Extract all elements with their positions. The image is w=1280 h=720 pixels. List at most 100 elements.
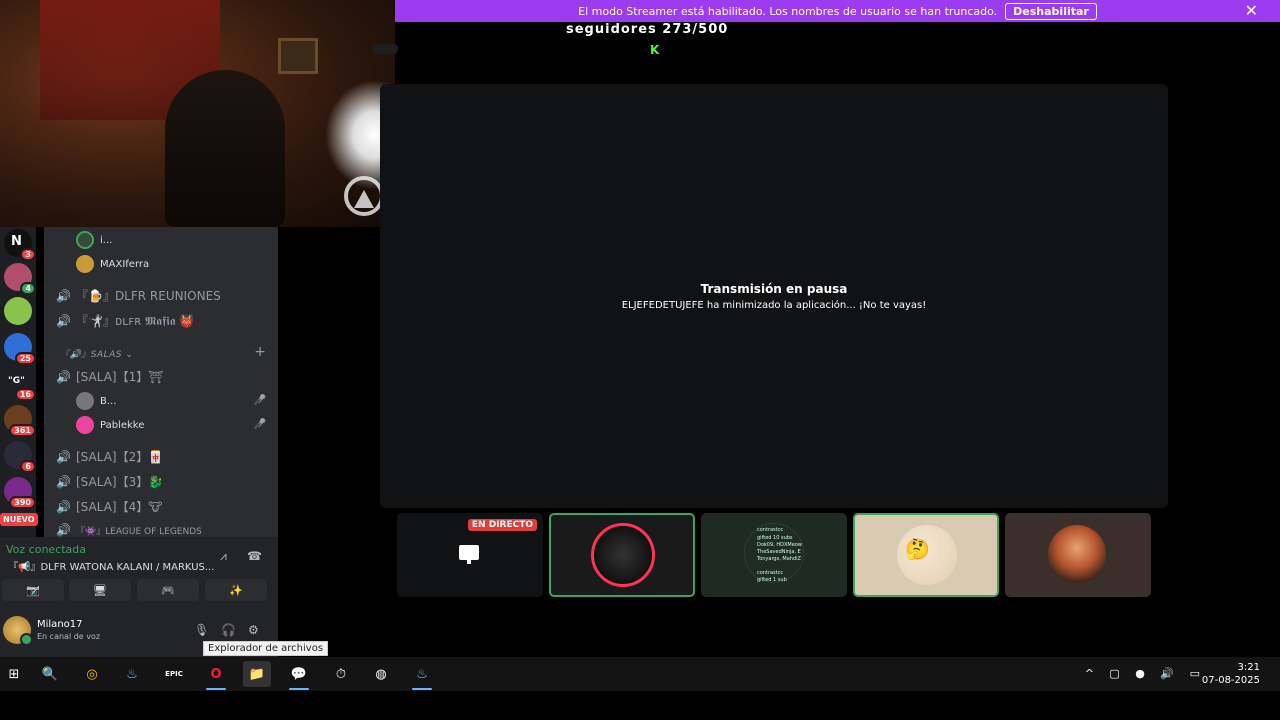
participant-tile-2[interactable] [549, 513, 695, 597]
streamer-banner-text: El modo Streamer está habilitado. Los no… [578, 4, 998, 18]
participant-tile-3[interactable]: contrastcc gifted 10 subs Dok09, HDXMeow… [701, 513, 847, 597]
unread-badge: 25 [14, 352, 36, 365]
server-icon[interactable]: N 3 [4, 229, 36, 261]
disconnect-icon[interactable]: ☎ [247, 549, 262, 563]
speaker-icon: 🔊 [56, 474, 71, 489]
server-icon[interactable]: 4 [4, 263, 36, 295]
muted-icon: 🎤̸ [253, 395, 266, 406]
voice-channel[interactable]: 🔊 『👾』LEAGUE OF LEGENDS [56, 523, 202, 537]
windows-start-icon[interactable]: ⊞ [0, 661, 28, 687]
avatar [76, 255, 94, 273]
speaker-icon: 🔊 [56, 499, 71, 514]
avatar[interactable] [3, 616, 33, 646]
system-clock[interactable]: 3:21 07-08-2025 [1202, 661, 1260, 687]
microphone-icon[interactable]: 🎙 [194, 623, 209, 637]
username: Milano17 [37, 619, 83, 630]
overlay-bar [372, 44, 398, 54]
user-status: En canal de voz [37, 632, 101, 641]
avatar [76, 416, 94, 434]
server-icon[interactable]: 361 [4, 405, 36, 437]
black-border [0, 691, 1280, 720]
server-icon[interactable]: 6 [4, 441, 36, 473]
close-icon[interactable]: ✕ [1245, 1, 1258, 20]
voice-user[interactable]: Pablekke [76, 416, 144, 434]
speaker-icon: 🔊 [56, 288, 71, 303]
camera-button[interactable]: 📷̸ [2, 579, 64, 601]
clock-app-icon[interactable]: ⏱ [327, 661, 355, 687]
participant-tile-4[interactable]: 🤔 [853, 513, 999, 597]
tile-text: TheSavedNinja, E [757, 549, 801, 555]
speaker-icon: 🔊 [56, 449, 71, 464]
epic-games-icon[interactable]: EPIC [160, 661, 188, 687]
voice-channel[interactable]: 🔊 [SALA]【2】🀄 [56, 448, 163, 465]
soundboard-button[interactable]: ✨ [205, 579, 267, 601]
voice-channel[interactable]: 🔊 [SALA]【1】⛩ [56, 368, 163, 385]
tooltip: Explorador de archivos [203, 641, 329, 656]
search-icon[interactable]: 🔍 [36, 661, 64, 687]
live-badge: EN DIRECTO [467, 519, 537, 531]
unread-badge: 6 [20, 460, 36, 473]
speaker-icon: 🔊 [56, 523, 71, 537]
stream-paused-message: ELJEFEDETUJEFE ha minimizado la aplicaci… [621, 299, 927, 311]
steam-icon[interactable]: ♨ [408, 661, 436, 690]
unread-badge: 361 [9, 424, 36, 437]
streamer-silhouette [165, 70, 285, 227]
disable-streamer-button[interactable]: Deshabilitar [1005, 2, 1097, 20]
file-explorer-icon[interactable]: 📁 [243, 661, 271, 687]
screen: El modo Streamer está habilitado. Los no… [0, 0, 1280, 720]
screen-share-icon [459, 545, 479, 564]
voice-connected-status[interactable]: Voz conectada [6, 543, 86, 556]
wall-picture [278, 38, 318, 74]
voice-channel[interactable]: 🔊 [SALA]【4】🐮 [56, 498, 162, 515]
streamer-mode-banner: El modo Streamer está habilitado. Los no… [395, 0, 1280, 22]
voice-channel[interactable]: 🔊 [SALA]【3】🐉 [56, 473, 163, 490]
new-badge: NUEVO [0, 513, 38, 526]
tile-text: gifted 10 subs [757, 535, 793, 541]
tile-text: Tonyargs, MahdiZ [757, 556, 801, 562]
participant-tile-screen[interactable]: EN DIRECTO [397, 513, 543, 597]
opera-icon[interactable]: O [202, 661, 230, 690]
app-icon[interactable]: ◍ [367, 661, 395, 687]
system-tray[interactable]: ^ ▢ ● 🔊 ▭ [1085, 667, 1206, 680]
voice-user[interactable]: B... [76, 392, 116, 410]
tile-text: contrastcc [757, 527, 784, 533]
server-icon[interactable]: "G" 16 [4, 369, 36, 401]
voice-channel[interactable]: 🔊 『🤺』ᴅʟꜰʀ 𝕸𝖆𝖋𝖎𝖆 👹 [56, 312, 194, 329]
add-channel-icon[interactable]: + [254, 344, 266, 360]
participant-tile-5[interactable] [1005, 513, 1151, 597]
discord-icon[interactable]: 💬 [285, 661, 313, 690]
voice-channel-name[interactable]: 『📢』DLFR WATONA KALANI / MARKUS... [8, 558, 214, 573]
clock-date: 07-08-2025 [1201, 675, 1260, 686]
tile-text: contrastcc [757, 570, 784, 576]
server-icon[interactable] [4, 297, 32, 325]
stream-paused-title: Transmisión en pausa [700, 281, 848, 296]
unread-badge: 390 [9, 496, 36, 509]
activity-button[interactable]: 🎮 [137, 579, 199, 601]
voice-panel: Voz conectada 『📢』DLFR WATONA KALANI / MA… [0, 537, 278, 657]
speaker-icon: 🔊 [56, 313, 71, 328]
server-icon[interactable]: 390 [4, 477, 36, 509]
voice-user[interactable]: MAXIferra [76, 255, 149, 273]
taskbar: ⊞ 🔍 ◎ ♨ EPIC O 📁 💬 ⏱ ◍ ♨ ^ ▢ ● 🔊 ▭ 3:21 … [0, 657, 1280, 691]
stream-view[interactable]: Transmisión en pausa ELJEFEDETUJEFE ha m… [380, 84, 1168, 508]
thinking-emoji-icon: 🤔 [905, 537, 930, 561]
participant-avatar [1048, 525, 1106, 583]
category-salas[interactable]: 『🔊』SALAS ⌄ [60, 347, 133, 360]
unread-badge: 3 [20, 248, 36, 261]
gear-icon[interactable]: ⚙ [248, 623, 259, 637]
steam-icon[interactable]: ♨ [118, 661, 146, 687]
noise-suppression-icon[interactable]: ⩘ [220, 549, 227, 564]
avatar [76, 231, 94, 249]
clock-time: 3:21 [1237, 662, 1260, 673]
muted-icon: 🎤̸ [253, 419, 266, 430]
server-icon[interactable]: 25 [4, 333, 36, 365]
voice-channel[interactable]: 🔊 『🍺』DLFR REUNIONES [56, 287, 221, 304]
headphones-icon[interactable]: 🎧 [221, 623, 236, 637]
avatar [76, 392, 94, 410]
speaker-icon: 🔊 [56, 369, 71, 384]
voice-user[interactable]: i... [76, 231, 112, 249]
cam-logo-icon [344, 176, 384, 216]
screen-share-button[interactable]: 🖥 [69, 579, 131, 601]
server-rail: N 3 4 25 "G" 16 361 6 390 NUEVO [0, 227, 38, 537]
chrome-icon[interactable]: ◎ [78, 661, 106, 687]
